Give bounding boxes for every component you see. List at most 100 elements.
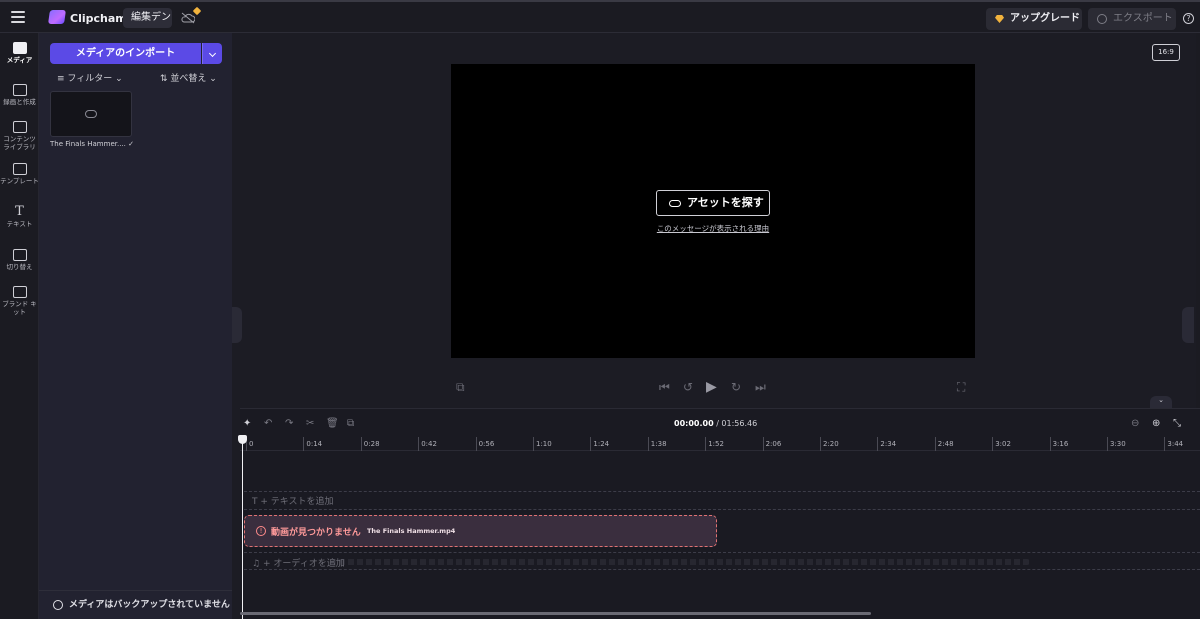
clipchamp-logo-icon — [48, 10, 66, 24]
rail-item-transitions[interactable]: 切り替え — [0, 249, 39, 271]
rail-item-label: テンプレート — [0, 177, 39, 185]
checkmark-icon: ✓ — [125, 140, 134, 148]
export-button[interactable]: エクスポート — [1088, 8, 1176, 30]
add-audio-track[interactable]: ♫ + オーディオを追加 — [252, 556, 345, 569]
ruler-tick: 2:34 — [877, 437, 896, 451]
zoom-in-icon[interactable]: ⊕ — [1152, 418, 1160, 429]
import-media-button[interactable]: メディアのインポート — [50, 43, 201, 64]
add-audio-label: + オーディオを追加 — [262, 559, 345, 569]
skip-forward-icon[interactable]: ⏭ — [755, 380, 766, 395]
collapse-panel-button[interactable] — [232, 307, 242, 343]
skip-back-icon[interactable]: ⏮ — [659, 380, 670, 395]
screenshot-icon[interactable]: ⧉ — [456, 380, 465, 395]
rail-item-label: 切り替え — [6, 263, 33, 271]
track-divider — [244, 491, 1200, 492]
undo-icon[interactable]: ↶ — [264, 418, 272, 429]
rail-item-brand-kit[interactable]: ブランド キット — [0, 286, 39, 316]
filter-label: フィルター — [67, 74, 113, 84]
rail-item-label: 録画と作成 — [3, 98, 36, 106]
find-asset-button[interactable]: アセットを探す — [656, 190, 770, 216]
playhead[interactable] — [242, 439, 243, 619]
rewind-5s-icon[interactable]: ↺ — [683, 380, 693, 394]
chevron-down-icon: ⌄ — [112, 74, 123, 84]
upgrade-button[interactable]: アップグレード — [986, 8, 1082, 30]
ruler-tick: 1:52 — [705, 437, 724, 451]
track-divider — [244, 569, 1200, 570]
top-bar: Clipchamp 編集デン アップグレード エクスポート ? — [0, 0, 1200, 33]
link-icon — [85, 110, 97, 118]
total-time: / 01:56.46 — [716, 419, 758, 428]
media-thumbnail-name: The Finals Hammer.... ✓ — [50, 140, 134, 148]
hamburger-menu-icon[interactable] — [11, 11, 25, 23]
rail-item-templates[interactable]: テンプレート — [0, 163, 39, 185]
add-text-track[interactable]: T + テキストを追加 — [252, 494, 334, 507]
add-text-label: + テキストを追加 — [260, 497, 334, 507]
timeline: ✦ ↶ ↷ ✂ 🗑 ⧉ 00:00.00 / 01:56.46 ⊖ ⊕ ⤡ 0 0… — [238, 408, 1200, 619]
upgrade-label: アップグレード — [1010, 13, 1080, 24]
rail-item-label: メディア — [6, 56, 33, 64]
folder-icon — [12, 42, 27, 54]
track-divider — [244, 509, 1200, 510]
ruler-tick: 2:06 — [762, 437, 781, 451]
video-preview: アセットを探す このメッセージが表示される理由 — [451, 64, 975, 358]
ruler-tick: 3:02 — [992, 437, 1011, 451]
find-asset-label: アセットを探す — [687, 196, 764, 209]
rail-item-library[interactable]: コンテンツ ライブラリ — [0, 121, 39, 151]
rail-item-media[interactable]: メディア — [0, 42, 39, 64]
add-media-icon[interactable]: ⧉ — [347, 418, 354, 429]
filter-icon: ≡ — [57, 74, 68, 84]
track-divider — [244, 552, 1200, 553]
video-clip-missing[interactable]: ! 動画が見つかりません The Finals Hammer.mp4 — [244, 515, 717, 547]
forward-5s-icon[interactable]: ↻ — [731, 380, 741, 394]
aspect-ratio-button[interactable]: 16:9 — [1152, 44, 1180, 61]
time-ruler[interactable]: 0 0:14 0:28 0:42 0:56 1:10 1:24 1:38 1:52 2:06 2:2… — [240, 437, 1200, 451]
chevron-down-icon[interactable] — [202, 43, 222, 64]
backup-status-bar[interactable]: メディアはバックアップされていません ^ — [39, 590, 232, 619]
cloud-offline-icon[interactable] — [181, 12, 195, 24]
ruler-tick: 1:10 — [533, 437, 552, 451]
text-icon: T — [15, 204, 24, 219]
media-thumbnail[interactable] — [50, 91, 132, 137]
fit-timeline-icon[interactable]: ⤡ — [1173, 418, 1181, 429]
rail-item-text[interactable]: T テキスト — [0, 204, 39, 228]
ruler-tick: 1:38 — [647, 437, 667, 451]
project-name-field[interactable]: 編集デン — [123, 8, 172, 28]
ruler-tick: 0:28 — [360, 437, 380, 451]
brand-kit-icon — [12, 286, 27, 298]
rail-item-label: コンテンツ ライブラリ — [3, 135, 36, 151]
timeline-scrollbar[interactable] — [240, 612, 871, 615]
ruler-tick: 2:20 — [820, 437, 839, 451]
ruler-tick: 0:56 — [475, 437, 494, 451]
export-icon — [1097, 14, 1107, 24]
audio-waveform-placeholder — [330, 559, 1030, 565]
transition-icon — [12, 249, 27, 261]
chevron-down-icon: ⌄ — [206, 74, 217, 84]
expand-right-panel-button[interactable] — [1182, 307, 1194, 343]
media-panel: メディアのインポート ≡ フィルター ⌄ ⇅ 並べ替え ⌄ The Finals… — [39, 33, 232, 619]
why-message-link[interactable]: このメッセージが表示される理由 — [451, 223, 975, 234]
fullscreen-icon[interactable]: ⛶ — [957, 380, 965, 395]
play-icon[interactable]: ▶ — [706, 379, 717, 395]
redo-icon[interactable]: ↷ — [285, 418, 293, 429]
ruler-tick: 3:30 — [1107, 437, 1126, 451]
ruler-tick: 1:24 — [590, 437, 609, 451]
media-thumbnail-filename: The Finals Hammer.... — [50, 140, 126, 148]
ruler-tick: 0 — [246, 437, 253, 451]
sort-button[interactable]: ⇅ 並べ替え ⌄ — [160, 71, 217, 84]
help-icon[interactable]: ? — [1183, 13, 1194, 24]
ruler-tick: 3:16 — [1049, 437, 1068, 451]
magic-tools-icon[interactable]: ✦ — [243, 418, 251, 429]
sort-label: 並べ替え — [170, 74, 207, 84]
library-icon — [12, 121, 27, 133]
expand-timeline-icon[interactable]: ⌄ — [1150, 396, 1172, 408]
playhead-handle[interactable] — [238, 435, 247, 444]
rail-item-record[interactable]: 録画と作成 — [0, 84, 39, 106]
zoom-out-icon[interactable]: ⊖ — [1131, 418, 1139, 429]
split-icon[interactable]: ✂ — [306, 418, 314, 429]
timecode: 00:00.00 / 01:56.46 — [674, 419, 757, 428]
delete-icon[interactable]: 🗑 — [326, 418, 339, 429]
music-note-icon: ♫ — [252, 559, 263, 569]
filter-button[interactable]: ≡ フィルター ⌄ — [57, 71, 123, 84]
rail-item-label: ブランド キット — [2, 300, 37, 316]
clipchamp-editor: Clipchamp 編集デン アップグレード エクスポート ? メディア 録画と… — [0, 0, 1200, 619]
